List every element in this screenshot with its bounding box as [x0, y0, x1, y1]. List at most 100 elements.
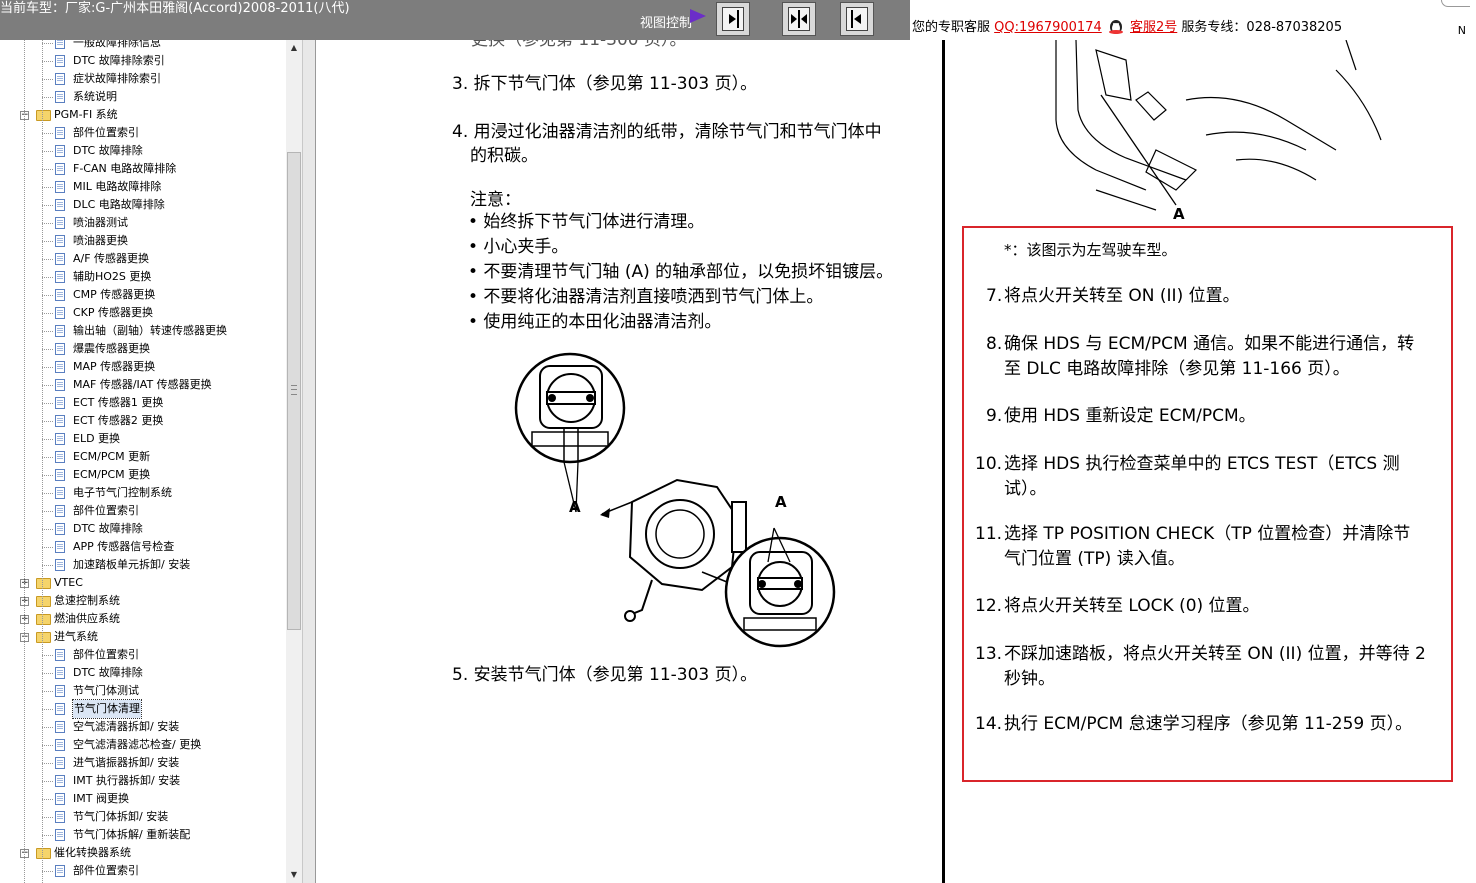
tree-connector	[42, 673, 53, 674]
figure-label-a: A	[775, 493, 787, 511]
document-icon	[55, 91, 65, 103]
tree-item-label: ECT 传感器1 更换	[73, 396, 164, 409]
tree-connector	[42, 133, 53, 134]
tree-connector	[42, 277, 53, 278]
sidebar-scrollbar[interactable]: ▲ ▼	[286, 40, 302, 883]
document-icon	[55, 757, 65, 769]
tree-item-label: DTC 故障排除	[73, 522, 143, 535]
tree-connector	[42, 403, 53, 404]
document-page-left[interactable]: 更换（参见第 11-300 页）。 3. 拆下节气门体（参见第 11-303 页…	[316, 40, 942, 883]
document-icon	[55, 343, 65, 355]
tree-connector	[42, 205, 53, 206]
dlc-location-figure	[1055, 40, 1382, 211]
tree-connector	[42, 457, 53, 458]
tree-connector	[42, 799, 53, 800]
document-icon	[55, 451, 65, 463]
document-icon	[55, 667, 65, 679]
document-icon	[55, 685, 65, 697]
scroll-down-arrow-icon[interactable]: ▼	[286, 867, 302, 883]
qq-link[interactable]: QQ:1967900174	[994, 20, 1102, 35]
tree-connector	[42, 871, 53, 872]
document-icon	[55, 541, 65, 553]
document-icon	[55, 235, 65, 247]
throttle-body-figure	[514, 352, 836, 648]
tree-item-label: 节气门体拆卸/ 安装	[73, 810, 169, 823]
tree-item-label: ECM/PCM 更新	[73, 450, 151, 463]
step-5: 5. 安装节气门体（参见第 11-303 页）。	[452, 665, 758, 685]
two-page-icon	[788, 7, 810, 31]
tree-item-label: PGM-FI 系统	[54, 108, 118, 121]
tree-connector	[42, 529, 53, 530]
figure-label-a: A	[569, 498, 581, 516]
document-icon	[55, 271, 65, 283]
document-icon	[55, 865, 65, 877]
tree-item-label: 空气滤清器滤芯检查/ 更换	[73, 738, 202, 751]
tree-connector	[42, 385, 53, 386]
tree-item-label: 节气门体清理	[72, 699, 142, 719]
note-item: • 使用纯正的本田化油器清洁剂。	[468, 312, 722, 332]
tree-item-label: MAP 传感器更换	[73, 360, 156, 373]
contact-prefix: 您的专职客服	[912, 20, 991, 35]
tree-item-label: DTC 故障排除	[73, 144, 143, 157]
tree-connector	[42, 367, 53, 368]
scrollbar-thumb[interactable]	[287, 152, 301, 630]
tree-connector	[42, 709, 53, 710]
tree-connector	[42, 475, 53, 476]
tree-connector	[42, 655, 53, 656]
service-link[interactable]: 客服2号	[1130, 20, 1177, 35]
partial-line: 更换（参见第 11-300 页）。	[471, 40, 687, 50]
document-icon	[55, 145, 65, 157]
window-title: 当前车型：厂家:G-广州本田雅阁(Accord)2008-2011(八代)	[0, 1, 350, 16]
document-icon	[55, 307, 65, 319]
contact-bar: 您的专职客服 QQ:1967900174 客服2号 服务专线：028-87038…	[910, 0, 1476, 40]
tree-connector	[42, 61, 53, 62]
tree-connector	[42, 691, 53, 692]
tree-connector	[42, 295, 53, 296]
document-icon	[55, 487, 65, 499]
tree-connector	[42, 835, 53, 836]
two-page-view-button[interactable]	[782, 2, 816, 36]
note-item: • 小心夹手。	[468, 237, 569, 257]
folder-icon	[36, 848, 51, 859]
tree-connector	[42, 745, 53, 746]
tree-item-label: 节气门体拆解/ 重新装配	[73, 828, 191, 841]
previous-page-button[interactable]	[840, 2, 874, 36]
document-icon	[55, 415, 65, 427]
scroll-up-arrow-icon[interactable]: ▲	[286, 40, 302, 56]
document-icon	[55, 721, 65, 733]
document-icon	[55, 289, 65, 301]
tree-connector	[42, 511, 53, 512]
folder-icon	[36, 614, 51, 625]
document-icon	[55, 40, 65, 49]
document-icon	[55, 649, 65, 661]
tree-item-label: 部件位置索引	[73, 504, 139, 517]
tree-item-label: 加速踏板单元拆卸/ 安装	[73, 558, 191, 571]
document-icon	[55, 433, 65, 445]
document-icon	[55, 829, 65, 841]
tree-item-label: 输出轴（副轴）转速传感器更换	[73, 324, 227, 337]
highlight-box	[962, 226, 1453, 782]
tree-item-label: 部件位置索引	[73, 648, 139, 661]
view-toolbar: 视图控制	[640, 0, 910, 40]
document-icon	[55, 55, 65, 67]
note-title: 注意：	[470, 190, 521, 210]
tree-item-label: F-CAN 电路故障排除	[73, 162, 177, 175]
tree-item-label: MAF 传感器/IAT 传感器更换	[73, 378, 212, 391]
tree-connector	[42, 493, 53, 494]
tree-connector	[42, 151, 53, 152]
tree-item-label: APP 传感器信号检查	[73, 540, 175, 553]
next-page-button[interactable]	[716, 2, 750, 36]
title-bar: 当前车型：厂家:G-广州本田雅阁(Accord)2008-2011(八代)	[0, 0, 640, 40]
tree-connector	[42, 781, 53, 782]
tree-item-label: CMP 传感器更换	[73, 288, 156, 301]
document-icon	[55, 793, 65, 805]
tree-item-label: 部件位置索引	[73, 864, 139, 877]
document-icon	[55, 325, 65, 337]
previous-page-icon	[846, 7, 868, 31]
document-icon	[55, 397, 65, 409]
tree-connector	[42, 565, 53, 566]
tree-item-label: 进气系统	[54, 630, 98, 643]
tree-connector	[42, 169, 53, 170]
document-icon	[55, 703, 65, 715]
step-4-line2: 的积碳。	[470, 146, 538, 166]
